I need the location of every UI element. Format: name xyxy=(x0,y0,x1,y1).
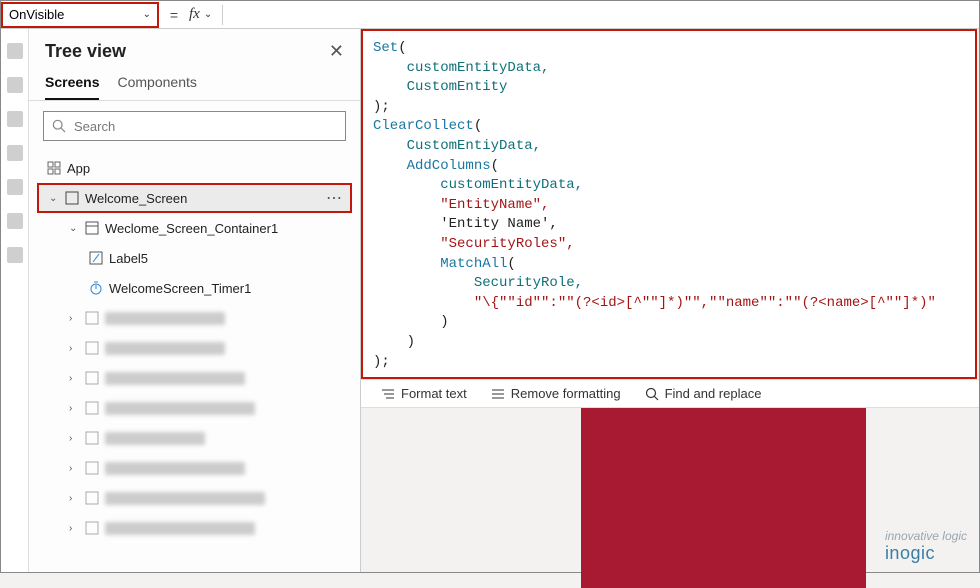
property-value: OnVisible xyxy=(9,7,64,22)
screen-icon xyxy=(65,191,79,205)
formula-toolbar: Format text Remove formatting Find and r… xyxy=(361,379,979,408)
tab-screens[interactable]: Screens xyxy=(45,74,99,100)
tree-label: Label5 xyxy=(109,251,148,266)
rail-icon[interactable] xyxy=(7,77,23,93)
container-icon xyxy=(85,221,99,235)
rail-icon[interactable] xyxy=(7,247,23,263)
search-icon xyxy=(645,387,659,401)
tree-row-hidden[interactable]: › xyxy=(29,393,360,423)
tree-label: Weclome_Screen_Container1 xyxy=(105,221,278,236)
tree-row-hidden[interactable]: › xyxy=(29,513,360,543)
tree-label: Welcome_Screen xyxy=(85,191,187,206)
format-icon xyxy=(381,387,395,401)
remove-formatting-button[interactable]: Remove formatting xyxy=(491,386,621,401)
tree-row-app[interactable]: App xyxy=(29,153,360,183)
divider xyxy=(222,5,223,25)
left-rail xyxy=(1,29,29,572)
watermark: innovative logic inogic xyxy=(885,529,967,564)
label-icon xyxy=(89,251,103,265)
tree-row[interactable]: Label5 xyxy=(29,243,360,273)
rail-icon[interactable] xyxy=(7,111,23,127)
tree-label: WelcomeScreen_Timer1 xyxy=(109,281,251,296)
tree-row-hidden[interactable]: › xyxy=(29,363,360,393)
search-icon xyxy=(52,119,66,133)
canvas-preview: innovative logic inogic xyxy=(361,408,979,572)
rail-icon[interactable] xyxy=(7,213,23,229)
find-replace-button[interactable]: Find and replace xyxy=(645,386,762,401)
timer-icon xyxy=(89,281,103,295)
remove-format-icon xyxy=(491,387,505,401)
more-icon[interactable]: ⋯ xyxy=(326,188,342,208)
rail-icon[interactable] xyxy=(7,179,23,195)
tree-row-hidden[interactable]: › xyxy=(29,483,360,513)
fx-icon[interactable]: fx ⌄ xyxy=(189,6,212,23)
tree-title: Tree view xyxy=(45,41,126,62)
search-placeholder: Search xyxy=(74,119,115,134)
rail-icon[interactable] xyxy=(7,145,23,161)
chevron-down-icon: ⌄ xyxy=(204,9,212,20)
tree-row[interactable]: WelcomeScreen_Timer1 xyxy=(29,273,360,303)
close-icon[interactable]: ✕ xyxy=(329,41,344,62)
tree-panel: Tree view ✕ Screens Components Search Ap… xyxy=(29,29,361,572)
chevron-down-icon: ⌄ xyxy=(143,9,151,20)
tree-row-hidden[interactable]: › xyxy=(29,423,360,453)
tree-row-hidden[interactable]: › xyxy=(29,333,360,363)
expand-icon[interactable]: ⌄ xyxy=(69,223,79,234)
format-text-button[interactable]: Format text xyxy=(381,386,467,401)
screen-preview[interactable] xyxy=(581,408,866,588)
tab-components[interactable]: Components xyxy=(117,74,196,100)
search-input[interactable]: Search xyxy=(43,111,346,141)
tree-row[interactable]: ⌄ Weclome_Screen_Container1 xyxy=(29,213,360,243)
app-icon xyxy=(47,161,61,175)
tree-row-hidden[interactable]: › xyxy=(29,453,360,483)
equals-label: = xyxy=(159,7,189,23)
formula-editor[interactable]: Set( customEntityData, CustomEntity ); C… xyxy=(361,29,977,379)
expand-icon[interactable]: ⌄ xyxy=(49,193,59,204)
tree-row-hidden[interactable]: › xyxy=(29,303,360,333)
tree-label: App xyxy=(67,161,90,176)
property-dropdown[interactable]: OnVisible ⌄ xyxy=(1,2,159,28)
rail-icon[interactable] xyxy=(7,43,23,59)
tree-row-selected[interactable]: ⌄ Welcome_Screen ⋯ xyxy=(37,183,352,213)
